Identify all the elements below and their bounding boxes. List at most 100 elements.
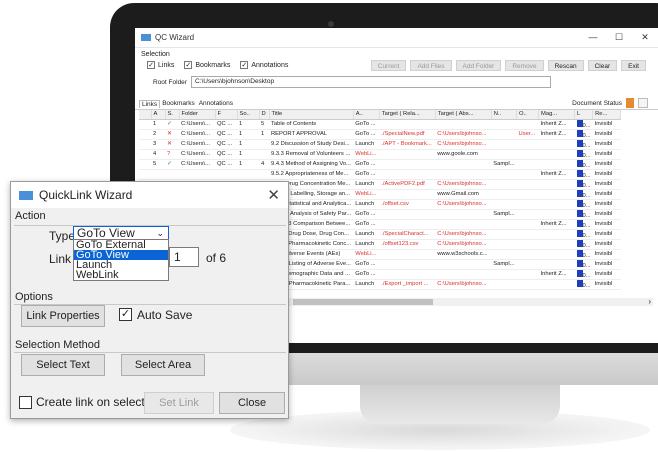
table-cell: Sampl... — [491, 259, 517, 270]
table-row[interactable]: 3 ✕ C:\Users\... QC ... 1 9.2 Discussion of S… — [139, 139, 621, 150]
table-cell — [435, 159, 492, 170]
table-row[interactable]: 5 ✓ C:\Users\... QC ... 1 4 9.4.3 Method of As… — [139, 159, 621, 170]
table-cell — [491, 239, 517, 250]
column-header[interactable]: Target ( Abs... — [435, 110, 492, 120]
add-folder-button[interactable]: Add Folder — [455, 59, 502, 71]
table-cell: Invisibl — [592, 139, 621, 150]
table-cell — [491, 249, 517, 260]
table-cell: Table of Contents — [269, 119, 354, 130]
link-number-input[interactable]: 1 — [169, 247, 199, 267]
create-link-checkbox[interactable] — [19, 396, 32, 409]
column-header[interactable]: Target ( Rela... — [379, 110, 436, 120]
table-cell: 4 — [259, 159, 269, 170]
table-cell — [516, 209, 539, 220]
table-cell: GoTo ... — [353, 119, 380, 130]
column-header[interactable]: Title — [269, 110, 354, 120]
column-header[interactable]: A — [151, 110, 166, 120]
table-cell: Invisibl — [592, 209, 621, 220]
bookmarks-checkbox[interactable]: ✓ Bookmarks — [184, 61, 230, 69]
scroll-right-icon[interactable]: › — [648, 297, 651, 306]
table-cell: Invisibl — [592, 239, 621, 250]
table-cell — [516, 169, 539, 180]
exit-button[interactable]: Exit — [621, 59, 646, 71]
select-area-button[interactable]: Select Area — [121, 354, 205, 376]
table-cell — [259, 149, 269, 160]
current-button[interactable]: Current — [370, 59, 407, 71]
close-icon[interactable]: ✕ — [267, 186, 280, 204]
table-cell — [538, 149, 575, 160]
monitor-stand — [360, 384, 560, 424]
rescan-button[interactable]: Rescan — [547, 59, 584, 71]
create-link-label: Create link on selection — [36, 395, 161, 409]
auto-save-checkbox[interactable]: ✓ — [119, 308, 132, 321]
column-header[interactable]: A.. — [353, 110, 380, 120]
table-cell: ./offset123.csv — [379, 239, 436, 250]
select-text-button[interactable]: Select Text — [21, 354, 105, 376]
row-selector[interactable] — [139, 159, 151, 170]
column-header[interactable]: Folder — [179, 110, 216, 120]
root-folder-input[interactable]: C:\Users\bjohnson\Desktop — [190, 76, 551, 88]
link-properties-button[interactable]: Link Properties — [21, 305, 105, 327]
table-cell — [516, 259, 539, 270]
table-cell — [491, 129, 517, 140]
table-row[interactable]: 4? C:\Users\... QC ... 1 9.3.3 Removal of Vo… — [139, 149, 621, 160]
table-row[interactable]: 2 ✕ C:\Users\... QC ... 1 1 REPORT APPROVAL GoT… — [139, 129, 621, 140]
table-cell: ✓ — [165, 159, 179, 170]
column-header[interactable]: S. — [165, 110, 180, 120]
checkbox-icon: ✓ — [184, 61, 193, 69]
table-cell: Sampl... — [491, 159, 517, 170]
remove-button[interactable]: Remove — [505, 59, 544, 71]
type-option-weblink[interactable]: WebLink — [74, 270, 168, 281]
action-section-label: Action — [15, 210, 46, 222]
table-cell: 9.2 Discussion of Study Desi... — [269, 139, 354, 150]
table-cell: 1 — [237, 119, 259, 130]
minimize-button[interactable]: — — [580, 32, 606, 43]
clear-button[interactable]: Clear — [587, 59, 618, 71]
tab-annotations[interactable]: Annotations — [197, 100, 235, 107]
maximize-button[interactable]: ☐ — [606, 32, 632, 43]
close-button[interactable]: Close — [219, 392, 285, 414]
column-header[interactable]: Mag... — [538, 110, 576, 120]
table-cell — [516, 149, 539, 160]
dialog-title-bar: QuickLink Wizard ✕ — [11, 182, 288, 208]
table-row[interactable]: 9.5.2 Appropriateness of Me... GoTo ... In… — [139, 169, 621, 180]
table-cell: QC ... — [215, 129, 237, 140]
status-toggle-button[interactable] — [638, 98, 648, 108]
set-link-button[interactable]: Set Link — [144, 392, 214, 414]
table-cell: C:\Users\bjohnso... — [435, 199, 492, 210]
links-checkbox[interactable]: ✓ Links — [147, 61, 174, 69]
table-row[interactable]: 1 ✓ C:\Users\... QC ... 1 5 Table of Contents G… — [139, 119, 621, 130]
scrollbar-thumb[interactable] — [293, 299, 433, 305]
annotations-checkbox[interactable]: ✓ Annotations — [240, 61, 288, 69]
table-cell: Invisibl — [592, 199, 621, 210]
column-header[interactable]: F — [215, 110, 238, 120]
row-selector[interactable] — [139, 119, 151, 130]
close-window-button[interactable]: ✕ — [632, 32, 658, 43]
table-cell: 0... — [574, 129, 593, 140]
table-cell: Invisibl — [592, 189, 621, 200]
row-selector[interactable] — [139, 149, 151, 160]
table-cell: C:\Users\bjohnso... — [435, 129, 492, 140]
column-header[interactable]: D — [259, 110, 270, 120]
column-header[interactable]: Re... — [592, 110, 622, 120]
horizontal-scrollbar[interactable]: › — [275, 297, 653, 306]
table-cell: C:\Users\bjohnso... — [435, 139, 492, 150]
document-status-icon[interactable] — [626, 98, 634, 108]
table-cell: C:\Users\bjohnso... — [435, 279, 492, 290]
column-header[interactable]: So.. — [237, 110, 260, 120]
tab-bookmarks[interactable]: Bookmarks — [160, 100, 197, 107]
table-cell: Inherit Z... — [538, 169, 575, 180]
column-header[interactable]: N.. — [491, 110, 518, 120]
column-header[interactable]: O.. — [516, 110, 540, 120]
table-cell: 5 — [259, 119, 269, 130]
column-header[interactable]: L — [574, 110, 594, 120]
table-cell: 3 — [151, 139, 165, 150]
tab-links[interactable]: Links — [139, 99, 161, 108]
table-cell: www.goole.com — [435, 149, 492, 160]
row-selector[interactable] — [139, 139, 151, 150]
table-cell: ./SpecialCharact... — [379, 229, 436, 240]
add-files-button[interactable]: Add Files — [410, 59, 452, 71]
row-selector[interactable] — [139, 129, 151, 140]
row-selector[interactable] — [139, 169, 151, 180]
type-dropdown-list: GoTo External GoTo View Launch WebLink — [73, 239, 169, 281]
